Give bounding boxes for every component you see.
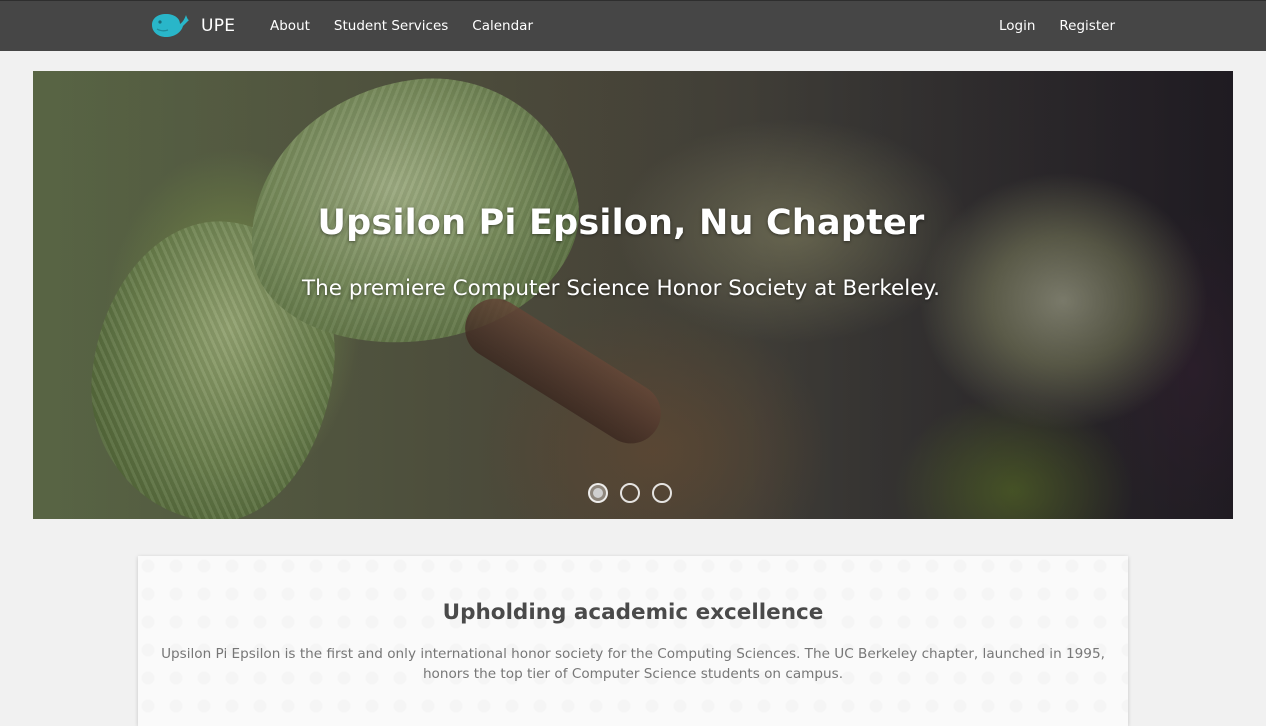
intro-body: Upsilon Pi Epsilon is the first and only… (161, 646, 1105, 682)
hero-subtitle: The premiere Computer Science Honor Soci… (302, 276, 940, 301)
hero-carousel[interactable]: Upsilon Pi Epsilon, Nu Chapter The premi… (33, 71, 1233, 519)
intro-heading: Upholding academic excellence (442, 600, 824, 625)
brand-label: UPE (201, 16, 236, 36)
nav-calendar-link[interactable]: Calendar (472, 17, 533, 35)
carousel-indicators (588, 483, 672, 503)
top-navbar: UPE About Student Services Calendar Logi… (0, 0, 1266, 51)
login-link[interactable]: Login (999, 17, 1035, 35)
whale-icon (150, 9, 190, 43)
account-nav: Login Register (999, 17, 1115, 35)
nav-about-link[interactable]: About (270, 17, 310, 35)
hero-title: Upsilon Pi Epsilon, Nu Chapter (317, 203, 925, 243)
carousel-indicator-1[interactable] (588, 483, 608, 503)
register-link[interactable]: Register (1059, 17, 1115, 35)
carousel-indicator-3[interactable] (652, 483, 672, 503)
primary-nav: About Student Services Calendar (270, 17, 533, 35)
nav-student-services-link[interactable]: Student Services (334, 17, 448, 35)
carousel-indicator-2[interactable] (620, 483, 640, 503)
brand-link[interactable]: UPE (150, 11, 235, 41)
intro-card: Upholding academic excellence Upsilon Pi… (138, 556, 1128, 726)
